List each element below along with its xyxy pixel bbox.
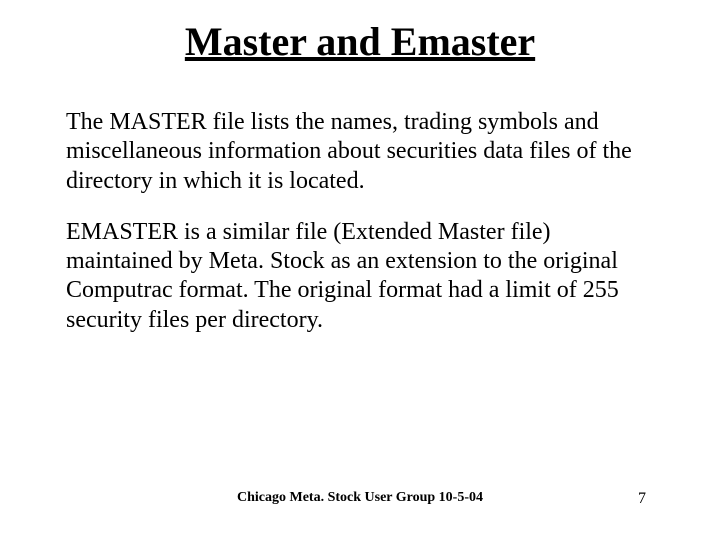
body-paragraph: The MASTER file lists the names, trading… <box>66 108 658 196</box>
slide-body: The MASTER file lists the names, trading… <box>66 108 658 357</box>
footer-center-text: Chicago Meta. Stock User Group 10-5-04 <box>0 490 720 507</box>
body-paragraph: EMASTER is a similar file (Extended Mast… <box>66 218 658 335</box>
page-number: 7 <box>638 490 646 508</box>
slide: Master and Emaster The MASTER file lists… <box>0 0 720 540</box>
slide-title: Master and Emaster <box>0 18 720 65</box>
slide-footer: Chicago Meta. Stock User Group 10-5-04 7 <box>0 490 720 530</box>
